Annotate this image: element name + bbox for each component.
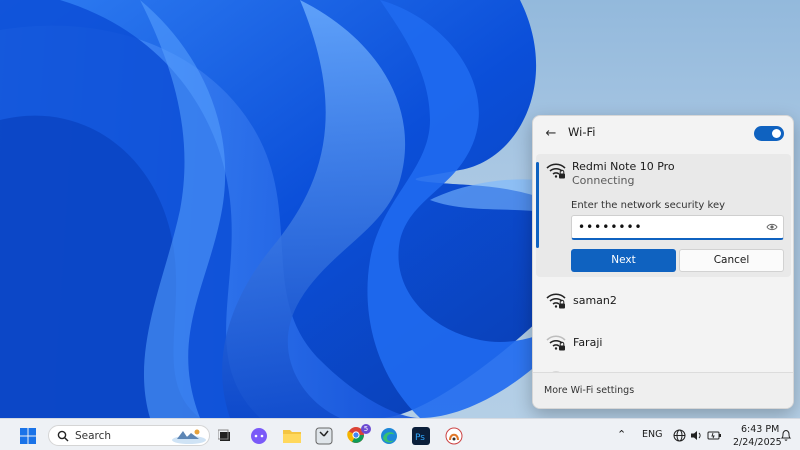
more-wifi-settings-link[interactable]: More Wi-Fi settings [544, 385, 634, 396]
battery-icon[interactable] [707, 429, 722, 442]
network-name: saman2 [573, 294, 617, 307]
app-icon[interactable] [445, 427, 463, 445]
password-value: •••••••• [578, 220, 643, 234]
copilot-icon[interactable] [250, 427, 268, 445]
edge-icon[interactable] [380, 427, 398, 445]
network-item-saman2[interactable]: saman2 [536, 282, 791, 320]
chrome-taskbar-item[interactable]: 5 [347, 424, 371, 446]
reveal-password-eye-icon[interactable] [766, 222, 778, 232]
search-label: Search [75, 430, 112, 442]
taskbar: Search 5 Ps ⌃ ENG 6:43 PM 2/24/2025 [0, 418, 800, 450]
security-key-label: Enter the network security key [571, 200, 726, 211]
wifi-flyout-header: ← Wi-Fi [533, 116, 793, 152]
file-explorer-icon[interactable] [282, 427, 302, 445]
search-highlight-icon [172, 429, 206, 444]
network-item-faraji[interactable]: Faraji [536, 324, 791, 362]
selection-accent-bar [536, 162, 539, 248]
security-key-input[interactable]: •••••••• [571, 215, 784, 240]
notification-bell-icon[interactable] [780, 429, 792, 442]
clock-time[interactable]: 6:43 PM [741, 424, 779, 435]
cancel-button[interactable]: Cancel [679, 249, 784, 272]
wifi-secured-icon [546, 163, 566, 179]
wifi-toggle[interactable] [754, 126, 784, 141]
toggle-knob [772, 129, 781, 138]
wifi-network-list: Redmi Note 10 Pro Connecting Enter the n… [533, 152, 793, 374]
taskbar-search-box[interactable]: Search [48, 425, 210, 446]
show-hidden-icons-chevron-icon[interactable]: ⌃ [617, 428, 626, 441]
svg-text:Ps: Ps [415, 433, 425, 443]
network-name: Faraji [573, 336, 603, 349]
next-button[interactable]: Next [571, 249, 676, 272]
network-globe-icon[interactable] [673, 429, 686, 442]
search-icon [57, 430, 69, 442]
clock-app-icon[interactable] [315, 427, 333, 445]
start-icon[interactable] [20, 428, 36, 444]
photoshop-icon[interactable]: Ps [412, 427, 430, 445]
notification-badge: 5 [361, 424, 371, 434]
wifi-flyout-title: Wi-Fi [568, 125, 596, 139]
wifi-secured-icon [546, 293, 566, 309]
network-status: Connecting [572, 174, 635, 187]
network-name: Redmi Note 10 Pro [572, 160, 675, 173]
wifi-weak-secured-icon [546, 335, 566, 351]
clock-date[interactable]: 2/24/2025 [733, 437, 782, 448]
wifi-flyout-footer: More Wi-Fi settings [533, 372, 793, 408]
volume-icon[interactable] [690, 429, 703, 442]
network-item-active[interactable]: Redmi Note 10 Pro Connecting Enter the n… [536, 154, 791, 277]
language-indicator[interactable]: ENG [642, 429, 662, 440]
task-view-icon[interactable] [218, 429, 232, 443]
back-arrow-icon[interactable]: ← [543, 126, 559, 142]
wifi-flyout: ← Wi-Fi Redmi Note 10 Pro Connecting Ent… [532, 115, 794, 409]
